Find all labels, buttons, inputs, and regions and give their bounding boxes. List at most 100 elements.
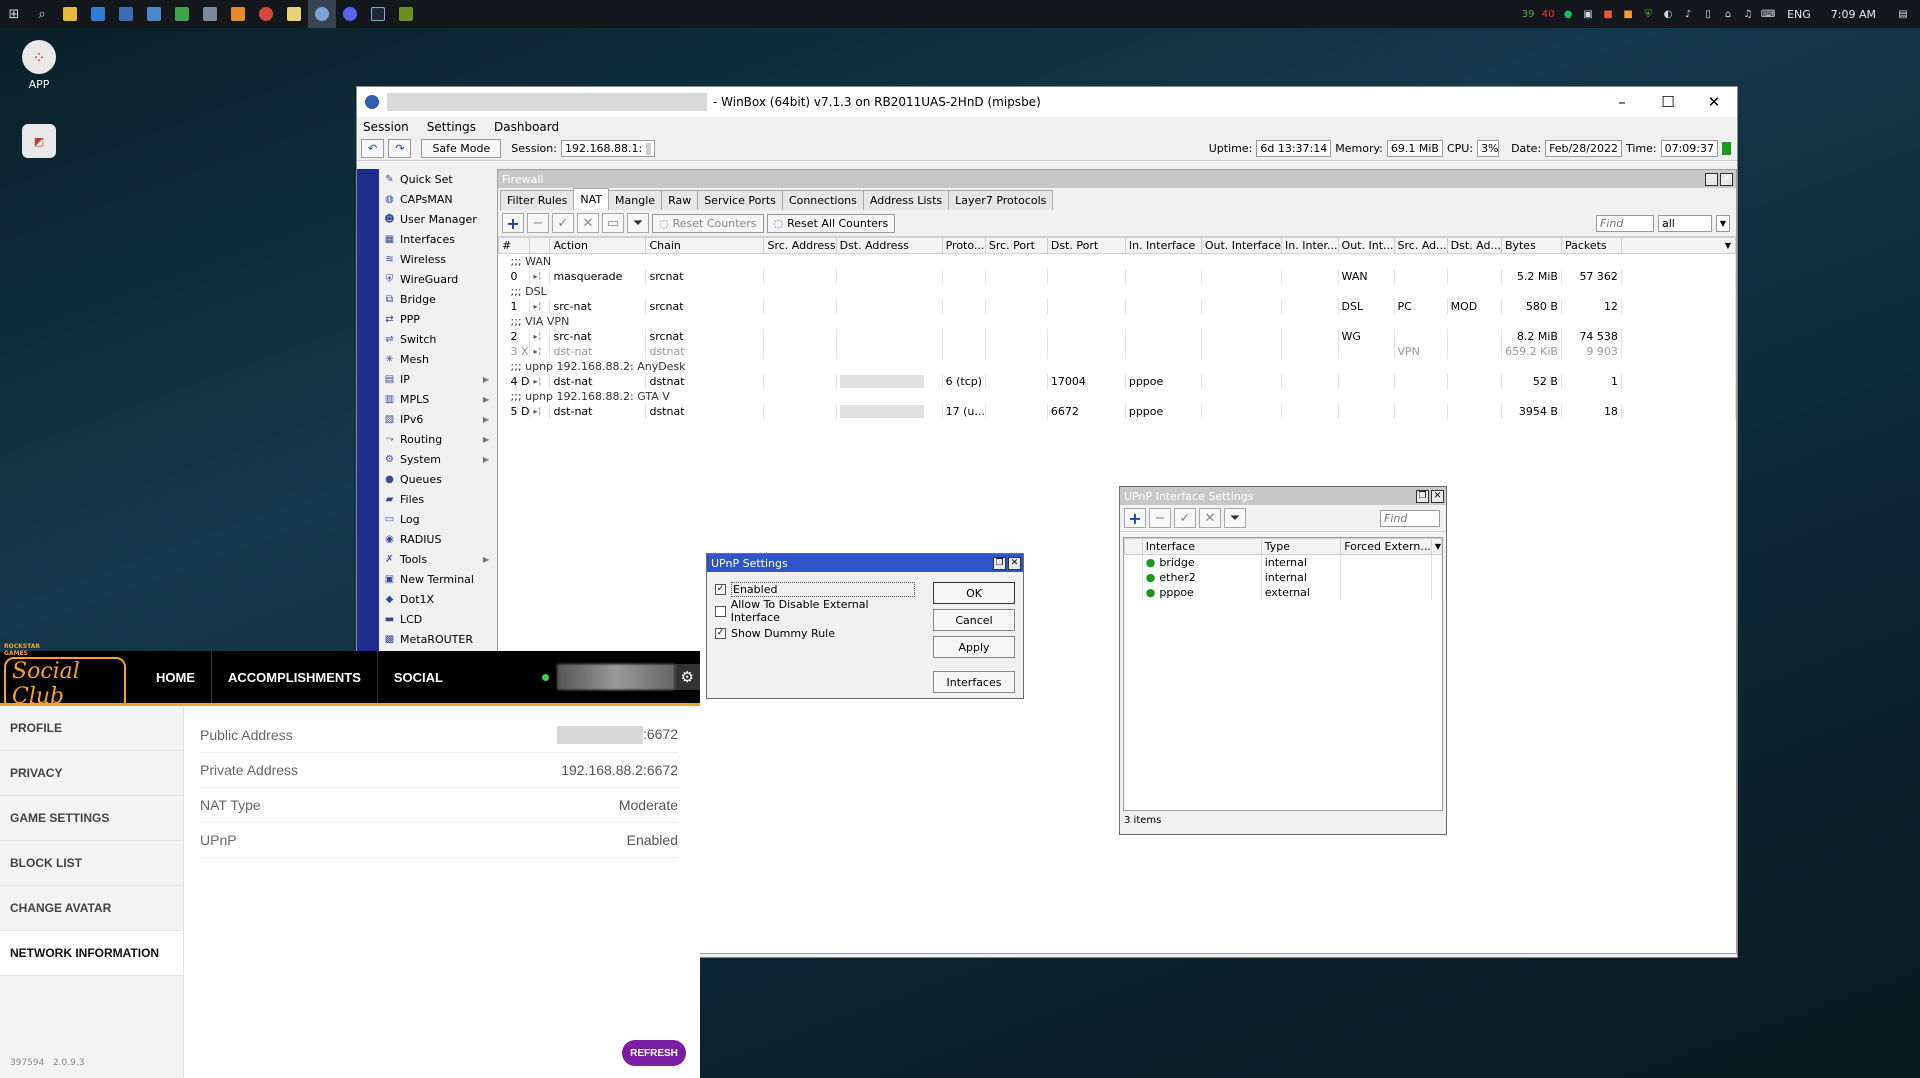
col-forced-external[interactable]: Forced Extern... (1340, 538, 1432, 555)
desktop-shortcut[interactable]: ◩ (18, 124, 60, 162)
close-icon[interactable]: ✕ (1691, 93, 1737, 111)
desktop-app-shortcut[interactable]: ⁘ APP (18, 40, 60, 91)
sidebar-item-ipv6[interactable]: ▧ IPv6 ▶ (379, 409, 495, 429)
tab-address-lists[interactable]: Address Lists (862, 190, 950, 210)
col-chain[interactable]: Chain (645, 237, 765, 254)
sidebar-item-mesh[interactable]: ✳ Mesh (379, 349, 495, 369)
allow-disable-checkbox[interactable]: Allow To Disable External Interface (715, 598, 915, 624)
tray-icon[interactable]: ▣ (1581, 7, 1595, 21)
tab-connections[interactable]: Connections (781, 190, 864, 210)
sidebar-item-lcd[interactable]: ▬ LCD (379, 609, 495, 629)
chevron-down-icon[interactable]: ▼ (1430, 538, 1443, 555)
app-icon[interactable] (224, 0, 252, 28)
sidebar-item-capsman[interactable]: ◍ CAPsMAN (379, 189, 495, 209)
window-restore-icon[interactable]: ❐ (1416, 489, 1429, 503)
settings-nav-profile[interactable]: PROFILE (0, 706, 183, 751)
tray-icon[interactable]: ■ (1621, 7, 1635, 21)
sidebar-item-files[interactable]: ▰ Files (379, 489, 495, 509)
upnp-settings-titlebar[interactable]: UPnP Settings ❐ ✕ (707, 554, 1023, 572)
notes-icon[interactable] (280, 0, 308, 28)
col-type[interactable]: Type (1260, 538, 1342, 555)
tab-service-ports[interactable]: Service Ports (697, 190, 783, 210)
rule-comment-row[interactable]: ;;; WAN (498, 253, 1736, 269)
dummy-rule-checkbox[interactable]: ✓ Show Dummy Rule (715, 622, 915, 644)
disable-icon[interactable]: ✕ (577, 213, 599, 233)
nav-home[interactable]: HOME (140, 651, 212, 703)
settings-nav-block-list[interactable]: BLOCK LIST (0, 841, 183, 886)
col-proto[interactable]: Proto... (941, 237, 986, 254)
steam-icon[interactable] (364, 0, 392, 28)
find-input[interactable] (1596, 214, 1654, 232)
col-in-interface[interactable]: In. Interface (1124, 237, 1202, 254)
chevron-down-icon[interactable]: ▼ (1716, 214, 1730, 232)
volume-icon[interactable]: ♫ (1741, 7, 1755, 21)
col-out-int[interactable]: Out. Int... (1337, 237, 1395, 254)
upnp-interfaces-titlebar[interactable]: UPnP Interface Settings ❐ ✕ (1120, 487, 1446, 505)
session-field[interactable]: 192.168.88.1: (560, 140, 655, 157)
minimize-icon[interactable]: – (1599, 93, 1645, 111)
col-interface[interactable]: Interface (1141, 538, 1262, 555)
table-row[interactable]: 5 D ▸╎ dst-nat dstnat 17 (u... 6672 pppoe 3954 … (498, 403, 1737, 419)
window-restore-icon[interactable]: ❐ (1705, 172, 1718, 186)
rule-comment-row[interactable]: ;;; DSL (498, 283, 1736, 299)
col-out-interface[interactable]: Out. Interface (1200, 237, 1283, 254)
col-dst-ad[interactable]: Dst. Ad... (1446, 237, 1502, 254)
menu-dashboard[interactable]: Dashboard (494, 120, 559, 134)
sidebar-item-interfaces[interactable]: ▦ Interfaces (379, 229, 495, 249)
tab-mangle[interactable]: Mangle (608, 190, 663, 210)
col-src-address[interactable]: Src. Address (763, 237, 837, 254)
tray-icon[interactable]: ■ (1601, 7, 1615, 21)
sidebar-item-new-terminal[interactable]: ▣ New Terminal (379, 569, 495, 589)
sidebar-item-queues[interactable]: ● Queues (379, 469, 495, 489)
enable-icon[interactable]: ✓ (1174, 508, 1196, 528)
filter-icon[interactable]: ⏷ (627, 213, 649, 233)
nav-social[interactable]: SOCIAL (378, 651, 459, 703)
spotify-icon[interactable]: ● (1561, 7, 1575, 21)
winbox-titlebar[interactable]: - WinBox (64bit) v7.1.3 on RB2011UAS-2Hn… (357, 87, 1737, 117)
comment-icon[interactable]: ▭ (602, 213, 624, 233)
enabled-checkbox[interactable]: ✓ Enabled (715, 578, 915, 600)
app-icon[interactable] (196, 0, 224, 28)
undo-icon[interactable]: ↶ (361, 139, 385, 158)
enable-icon[interactable]: ✓ (552, 213, 574, 233)
winbox-taskbar-icon[interactable] (308, 0, 336, 28)
clock[interactable]: 7:09 AM (1831, 8, 1876, 21)
col-src-ad[interactable]: Src. Ad... (1393, 237, 1448, 254)
remove-icon[interactable]: − (1149, 508, 1171, 528)
sidebar-item-switch[interactable]: ⇌ Switch (379, 329, 495, 349)
sidebar-item-wireless[interactable]: ≋ Wireless (379, 249, 495, 269)
menu-session[interactable]: Session (363, 120, 409, 134)
gear-icon[interactable]: ⚙ (674, 664, 700, 690)
notification-icon[interactable]: ▤ (1896, 7, 1910, 21)
app-icon[interactable] (112, 0, 140, 28)
sidebar-item-wireguard[interactable]: ⛨ WireGuard (379, 269, 495, 289)
language-indicator[interactable]: ENG (1787, 8, 1811, 21)
settings-nav-change-avatar[interactable]: CHANGE AVATAR (0, 886, 183, 931)
sidebar-item-ip[interactable]: ▤ IP ▶ (379, 369, 495, 389)
reset-all-counters-button[interactable]: ◌ Reset All Counters (766, 213, 896, 233)
col-action[interactable]: Action (549, 237, 647, 254)
shield-icon[interactable]: ⛨ (1641, 7, 1655, 21)
table-row[interactable]: ● pppoe external (1124, 584, 1443, 600)
window-close-icon[interactable]: ✕ (1431, 489, 1444, 503)
checkbox-enabled[interactable]: ✓ (715, 583, 726, 595)
sidebar-item-dot1x[interactable]: ◆ Dot1X (379, 589, 495, 609)
add-icon[interactable]: + (1124, 508, 1146, 528)
maximize-icon[interactable]: ☐ (1645, 93, 1691, 111)
redo-icon[interactable]: ↷ (388, 139, 412, 158)
network-icon[interactable]: ⌂ (1721, 7, 1735, 21)
menu-settings[interactable]: Settings (427, 120, 476, 134)
remove-icon[interactable]: − (527, 213, 549, 233)
sidebar-item-user-manager[interactable]: ☻ User Manager (379, 209, 495, 229)
col-in-inter[interactable]: In. Inter... (1281, 237, 1339, 254)
battery-icon[interactable]: ▯ (1701, 7, 1715, 21)
tab-nat[interactable]: NAT (573, 188, 610, 210)
start-button[interactable]: ⊞ (0, 0, 28, 28)
sidebar-item-quick-set[interactable]: ✎ Quick Set (379, 169, 495, 189)
chrome-icon[interactable] (252, 0, 280, 28)
cancel-button[interactable]: Cancel (933, 609, 1015, 631)
col-packets[interactable]: Packets (1560, 237, 1622, 254)
table-row[interactable]: ● ether2 internal (1124, 569, 1443, 585)
settings-nav-network-information[interactable]: NETWORK INFORMATION (0, 931, 183, 976)
settings-nav-privacy[interactable]: PRIVACY (0, 751, 183, 796)
